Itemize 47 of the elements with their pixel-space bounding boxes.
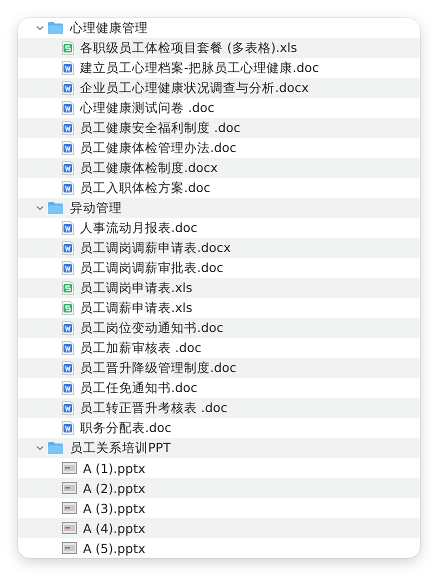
- document-file-icon: [62, 101, 74, 115]
- expanded-chevron-icon[interactable]: [35, 23, 45, 33]
- document-file-icon: [62, 421, 74, 435]
- folder-icon: [47, 441, 64, 455]
- document-file-icon: [62, 341, 74, 355]
- expanded-chevron-icon[interactable]: [35, 443, 45, 453]
- file-name[interactable]: A (3).pptx: [83, 500, 146, 516]
- file-name[interactable]: 建立员工心理档案-把脉员工心理健康.doc: [80, 60, 319, 76]
- document-file-icon: [62, 321, 74, 335]
- spreadsheet-file-icon: [62, 41, 74, 55]
- document-file-icon: [62, 121, 74, 135]
- file-name[interactable]: A (2).pptx: [83, 480, 146, 496]
- file-name[interactable]: 员工健康体检管理办法.doc: [80, 140, 236, 156]
- file-name[interactable]: 心理健康测试问卷 .doc: [80, 100, 214, 116]
- file-name[interactable]: A (1).pptx: [83, 460, 146, 476]
- spreadsheet-file-icon: [62, 281, 74, 295]
- file-name[interactable]: A (4).pptx: [83, 520, 146, 536]
- spreadsheet-file-icon: [62, 301, 74, 315]
- file-name[interactable]: 员工任免通知书.doc: [80, 380, 198, 396]
- expanded-chevron-icon[interactable]: [35, 203, 45, 213]
- document-file-icon: [62, 381, 74, 395]
- document-file-icon: [62, 361, 74, 375]
- slide-thumbnail-icon: [62, 522, 77, 534]
- slide-thumbnail-icon: [62, 502, 77, 514]
- document-file-icon: [62, 141, 74, 155]
- file-name[interactable]: 职务分配表.doc: [80, 420, 172, 436]
- folder-name[interactable]: 心理健康管理: [70, 20, 148, 36]
- file-name[interactable]: 员工调薪申请表.xls: [80, 300, 192, 316]
- slide-thumbnail-icon: [62, 482, 77, 494]
- folder-icon: [47, 201, 64, 215]
- document-file-icon: [62, 221, 74, 235]
- document-file-icon: [62, 261, 74, 275]
- folder-name[interactable]: 异动管理: [70, 200, 122, 216]
- document-file-icon: [62, 241, 74, 255]
- file-name[interactable]: 人事流动月报表.doc: [80, 220, 198, 236]
- document-file-icon: [62, 401, 74, 415]
- document-file-icon: [62, 181, 74, 195]
- slide-thumbnail-icon: [62, 542, 77, 554]
- document-file-icon: [62, 161, 74, 175]
- file-name[interactable]: 员工调岗调薪审批表.doc: [80, 260, 224, 276]
- file-name[interactable]: 员工加薪审核表 .doc: [80, 340, 202, 356]
- document-file-icon: [62, 61, 74, 75]
- file-name[interactable]: 员工入职体检方案.doc: [80, 180, 210, 196]
- file-name[interactable]: A (5).pptx: [83, 540, 146, 556]
- folder-icon: [47, 21, 64, 35]
- document-file-icon: [62, 81, 74, 95]
- slide-thumbnail-icon: [62, 462, 77, 474]
